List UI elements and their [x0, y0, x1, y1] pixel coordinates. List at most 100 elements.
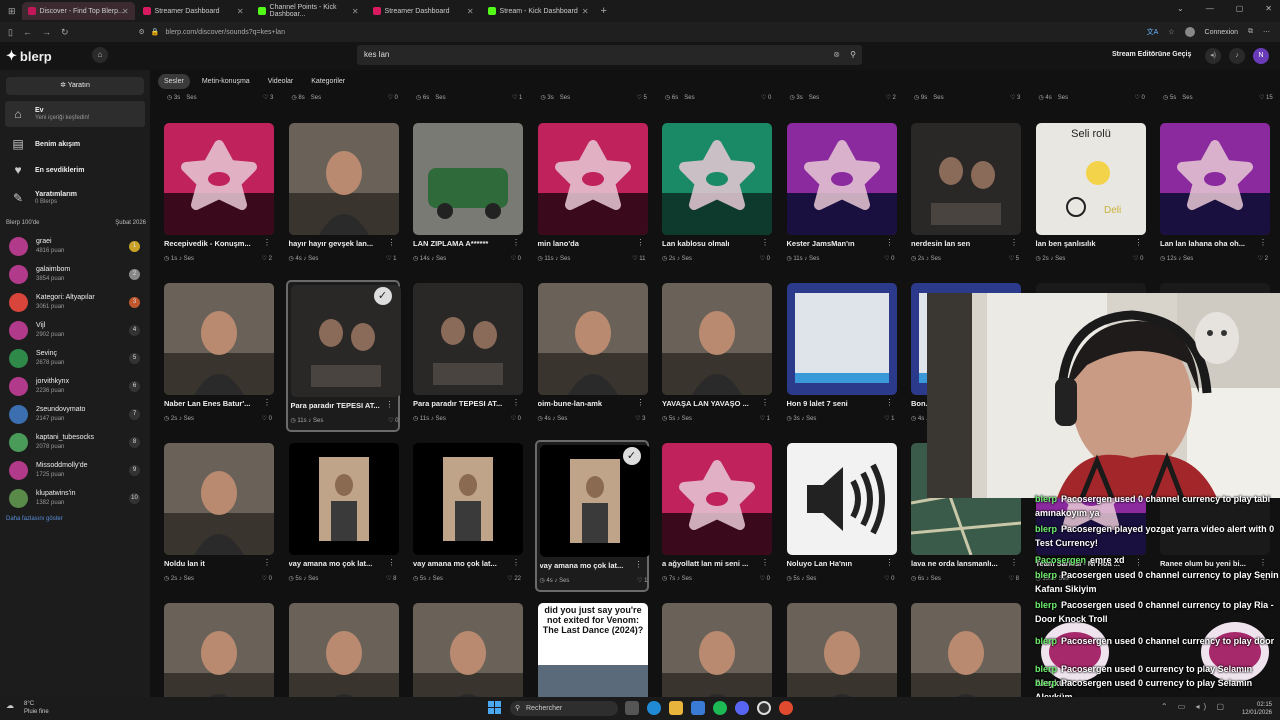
leaderboard-row[interactable]: Kategori: Altyapılar 3061 puan 3	[9, 292, 143, 314]
tab-close-icon[interactable]: ✕	[237, 7, 244, 16]
leaderboard-row[interactable]: galaimbom 3854 puan 2	[9, 264, 143, 286]
card-title[interactable]: oim-bune-lan-amk	[538, 399, 636, 408]
card-title[interactable]: Para paradır TEPESI AT...	[291, 401, 389, 410]
sound-card[interactable]: Recepivedik - Konuşm... ⋮ ◷ 1s ♪ Ses ♡ 2	[161, 120, 275, 272]
sound-card[interactable]: Naber Lan Enes Batur'... ⋮ ◷ 2s ♪ Ses ♡ 0	[161, 280, 275, 432]
browser-tab[interactable]: Discover - Find Top Blerp... ✕	[21, 2, 135, 20]
more-options-icon[interactable]: ⋮	[886, 398, 894, 407]
sound-card[interactable]: vay amana mo çok lat... ⋮ ◷ 5s ♪ Ses ♡ 8	[286, 440, 400, 592]
filter-chip[interactable]: Kategoriler	[305, 74, 351, 89]
browser-menu-icon[interactable]: ⊞	[8, 6, 16, 17]
sound-card[interactable]: nerdesin lan sen ⋮ ◷ 2s ♪ Ses ♡ 5	[908, 120, 1022, 272]
taskbar-search[interactable]: ⚲ Rechercher	[510, 701, 618, 716]
store-icon[interactable]	[691, 701, 705, 715]
sound-card[interactable]: Seli rolü Deli lan ben şanlısılık ⋮ ◷ 2s ♪ S…	[1033, 120, 1147, 272]
connexion-button[interactable]: Connexion	[1205, 29, 1238, 36]
sidebar-item[interactable]: ▤ Benim akışım	[5, 131, 145, 157]
card-thumbnail[interactable]	[786, 123, 897, 235]
sidebar-toggle-icon[interactable]: ▯	[8, 27, 13, 38]
sound-card[interactable]: Lan lan lahana oha oh... ⋮ ◷ 12s ♪ Ses ♡ 2	[1157, 120, 1271, 272]
more-options-icon[interactable]: ⋮	[388, 238, 396, 247]
card-title[interactable]: min lano'da	[538, 239, 636, 248]
site-info-icon[interactable]: ⚙	[139, 28, 145, 36]
sound-card[interactable]: min lano'da ⋮ ◷ 11s ♪ Ses ♡ 11	[535, 120, 649, 272]
more-options-icon[interactable]: ⋮	[886, 558, 894, 567]
leaderboard-row[interactable]: graei 4816 puan 1	[9, 236, 143, 258]
card-thumbnail[interactable]	[164, 603, 274, 697]
sound-card[interactable]: vay amana mo çok lat... ⋮ ◷ 5s ♪ Ses ♡ 22	[410, 440, 524, 592]
card-thumbnail[interactable]	[786, 603, 897, 697]
card-title[interactable]: lan ben şanlısılık	[1036, 239, 1134, 248]
bell-icon[interactable]: ♪	[1229, 48, 1245, 64]
sound-card[interactable]: ✓ vay amana mo çok lat... ⋮ ◷ 4s ♪ Ses ♡ 1	[534, 440, 650, 592]
card-thumbnail[interactable]	[288, 603, 399, 697]
windows-start-icon[interactable]	[488, 701, 502, 720]
close-window-icon[interactable]: ✕	[1265, 4, 1272, 13]
forward-icon[interactable]: →	[42, 27, 51, 38]
browser-tab[interactable]: Streamer Dashboard ✕	[367, 2, 480, 20]
weather-widget[interactable]: ☁ 8°C Pluie fine	[6, 700, 49, 716]
card-thumbnail[interactable]: did you just say you're not exited for V…	[537, 603, 648, 697]
card-thumbnail[interactable]	[537, 123, 648, 235]
more-options-icon[interactable]: ⋮	[512, 238, 520, 247]
clock[interactable]: 02:15 12/01/2026	[1242, 701, 1272, 717]
new-tab-icon[interactable]: +	[601, 5, 607, 17]
card-thumbnail[interactable]	[911, 603, 1021, 697]
more-options-icon[interactable]: ⋮	[388, 558, 396, 567]
translate-icon[interactable]: 文A	[1147, 27, 1159, 37]
filter-chip[interactable]: Videolar	[262, 74, 300, 89]
browser-tab[interactable]: Streamer Dashboard ✕	[137, 2, 250, 20]
stream-editor-link[interactable]: Stream Editörüne Geçiş	[1112, 51, 1191, 58]
card-title[interactable]: Recepivedik - Konuşm...	[164, 239, 262, 248]
sound-card[interactable]: a ağyollatt lan mi seni ... ⋮ ◷ 7s ♪ Ses ♡ …	[659, 440, 773, 592]
card-thumbnail[interactable]	[537, 283, 648, 395]
more-options-icon[interactable]: ⋮	[761, 398, 769, 407]
leaderboard-row[interactable]: Missoddmolly'de 1725 puan 9	[9, 460, 143, 482]
sound-card[interactable]: Lan kablosu olmalı ⋮ ◷ 2s ♪ Ses ♡ 0	[659, 120, 773, 272]
tab-close-icon[interactable]: ✕	[582, 7, 589, 16]
search-icon[interactable]: ⚲	[850, 45, 856, 65]
volume-icon[interactable]: ◂)	[1205, 48, 1221, 64]
extensions-icon[interactable]: ⧉	[1248, 28, 1253, 36]
sound-card[interactable]: hayır hayır gevşek lan... ⋮ ◷ 4s ♪ Ses ♡ 1	[286, 120, 400, 272]
sound-card[interactable]: did you just say you're not exited for V…	[535, 600, 649, 697]
sound-card[interactable]: oim-bune-lan-amk ⋮ ◷ 4s ♪ Ses ♡ 3	[535, 280, 649, 432]
card-title[interactable]: LAN ZIPLAMA A******	[413, 239, 511, 248]
sound-card[interactable]: Para paradır TEPESI AT... ⋮ ◷ 11s ♪ Ses ♡ 0	[410, 280, 524, 432]
card-thumbnail[interactable]	[662, 603, 772, 697]
blerp-logo[interactable]: ✦ blerp	[6, 48, 52, 64]
card-thumbnail[interactable]	[413, 123, 523, 235]
browser-tab[interactable]: Channel Points - Kick Dashboar... ✕	[252, 2, 365, 20]
card-title[interactable]: Lan lan lahana oha oh...	[1160, 239, 1258, 248]
filter-chip[interactable]: Sesler	[158, 74, 190, 89]
card-title[interactable]: vay amana mo çok lat...	[540, 561, 638, 570]
more-options-icon[interactable]: ⋮	[886, 238, 894, 247]
sound-card[interactable]	[161, 600, 275, 697]
minimize-icon[interactable]: —	[1206, 4, 1214, 13]
card-thumbnail[interactable]	[413, 283, 523, 395]
filter-chip[interactable]: Metin-konuşma	[196, 74, 256, 89]
card-thumbnail[interactable]	[164, 283, 274, 395]
discord-icon[interactable]	[735, 701, 749, 715]
more-options-icon[interactable]: ⋮	[761, 238, 769, 247]
back-icon[interactable]: ←	[23, 27, 32, 38]
card-title[interactable]: nerdesin lan sen	[911, 239, 1009, 248]
explorer-icon[interactable]	[669, 701, 683, 715]
card-thumbnail[interactable]	[164, 123, 274, 235]
sound-card[interactable]: LAN ZIPLAMA A****** ⋮ ◷ 14s ♪ Ses ♡ 0	[410, 120, 524, 272]
sound-card[interactable]: Noldu lan it ⋮ ◷ 2s ♪ Ses ♡ 0	[161, 440, 275, 592]
sound-card[interactable]: Kester JamsMan'ın ⋮ ◷ 11s ♪ Ses ♡ 0	[784, 120, 898, 272]
browser-tab[interactable]: Stream - Kick Dashboard ✕	[482, 2, 595, 20]
selected-check-icon[interactable]: ✓	[622, 447, 641, 465]
show-more-link[interactable]: Daha fazlasını göster	[6, 516, 63, 522]
card-thumbnail[interactable]	[911, 123, 1021, 235]
more-options-icon[interactable]: ⋮	[263, 238, 271, 247]
maximize-icon[interactable]: ▢	[1236, 4, 1244, 13]
card-title[interactable]: YAVAŞA LAN YAVAŞO ...	[662, 399, 760, 408]
card-thumbnail[interactable]	[288, 123, 399, 235]
more-options-icon[interactable]: ⋮	[263, 398, 271, 407]
card-thumbnail[interactable]	[662, 443, 772, 555]
sound-card[interactable]	[784, 600, 898, 697]
more-options-icon[interactable]: ⋮	[512, 558, 520, 567]
card-title[interactable]: Hon 9 lalet 7 seni	[787, 399, 885, 408]
